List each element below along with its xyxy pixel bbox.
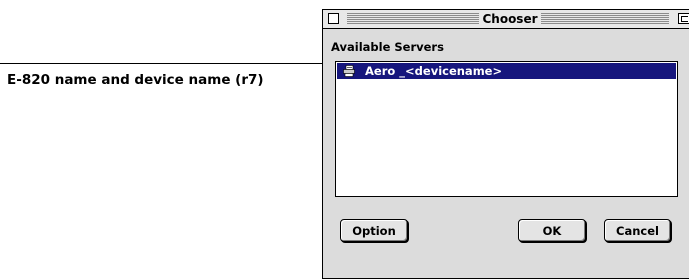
callout-leader-line [0,63,342,64]
title-bar[interactable]: Chooser [323,10,689,29]
close-box[interactable] [328,13,339,24]
callout-text: E-820 name and device name (r7) [7,72,264,88]
title-bar-stripes-right [541,13,669,24]
ok-button[interactable]: OK [518,219,586,242]
title-bar-stripes-left [347,13,479,24]
server-list[interactable]: Aero _<devicename> [335,61,678,197]
server-name: Aero _<devicename> [365,64,503,78]
option-button[interactable]: Option [340,219,408,242]
window-title: Chooser [482,12,538,26]
printer-icon [343,65,355,77]
list-item-server[interactable]: Aero _<devicename> [337,63,676,79]
chooser-window: Chooser Available Servers Aero _<devicen… [322,9,689,279]
zoom-box[interactable] [678,13,689,24]
available-servers-label: Available Servers [331,40,444,54]
cancel-button[interactable]: Cancel [604,219,671,242]
